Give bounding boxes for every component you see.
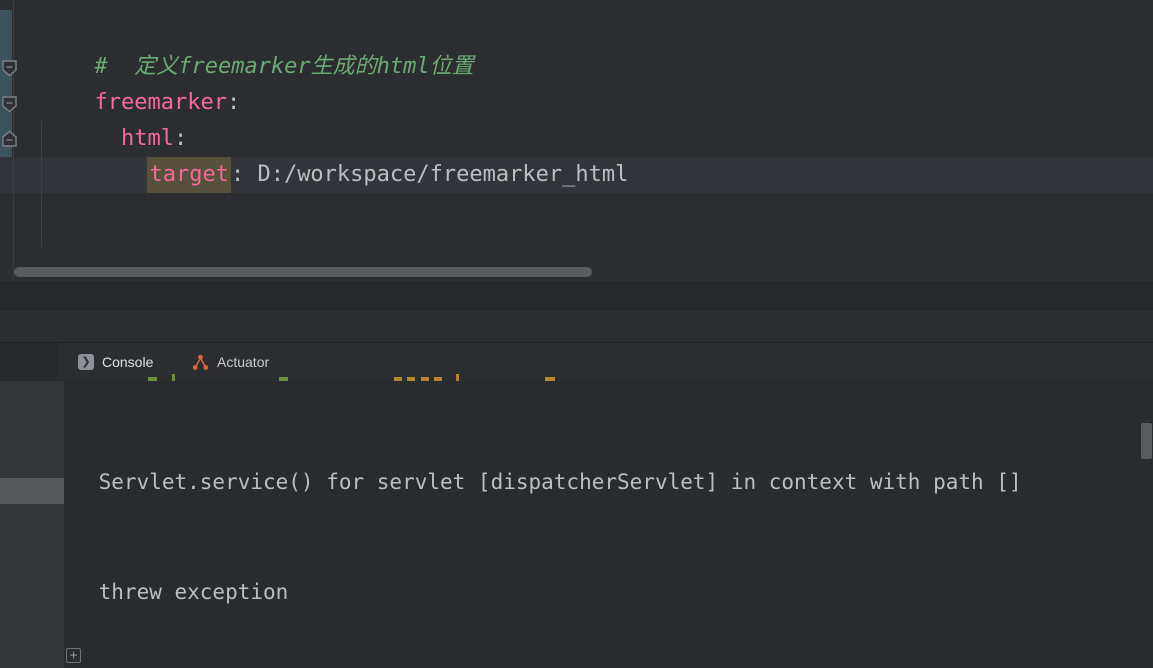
console-output[interactable]: Servlet.service() for servlet [dispatche… — [0, 381, 1153, 668]
debug-toolwindow-header: ⚙ — [0, 309, 1153, 649]
ide-window: # 定义freemarker生成的html位置 freemarker: html… — [0, 0, 1153, 668]
colon: : — [226, 90, 241, 115]
tab-actuator-label: Actuator — [217, 354, 270, 370]
colon: : — [230, 162, 258, 187]
tab-bar-left-gutter — [0, 343, 57, 381]
actuator-icon — [192, 354, 209, 370]
expand-fold-icon[interactable]: + — [66, 648, 81, 663]
code-line-comment: # 定义freemarker生成的html位置 — [15, 13, 473, 79]
fold-end-icon[interactable] — [1, 130, 18, 148]
console-icon: ❯ — [78, 354, 94, 370]
yaml-key-target-highlighted: target — [147, 157, 231, 193]
code-line-target: target: D:/workspace/freemarker_html — [15, 121, 628, 193]
tab-console-label: Console — [102, 354, 154, 370]
console-log-text: Servlet.service() for servlet [dispatche… — [86, 391, 1146, 668]
vertical-scrollbar-thumb[interactable] — [1141, 423, 1152, 459]
fold-expanded-icon[interactable] — [1, 59, 18, 77]
horizontal-scrollbar-thumb[interactable] — [14, 267, 592, 277]
console-strip-marker — [0, 478, 64, 504]
console-left-strip — [0, 381, 64, 668]
fold-expanded-icon[interactable] — [1, 95, 18, 113]
tab-console[interactable]: ❯ Console — [78, 343, 153, 381]
tab-actuator[interactable]: Actuator — [192, 343, 269, 381]
code-line-html: html: — [15, 85, 187, 151]
log-line: threw exception — [86, 579, 289, 604]
code-line-freemarker: freemarker: — [15, 49, 240, 115]
log-line: Servlet.service() for servlet [dispatche… — [86, 470, 1022, 494]
yaml-editor[interactable]: # 定义freemarker生成的html位置 freemarker: html… — [0, 0, 1153, 282]
window-splitter[interactable] — [0, 282, 1153, 309]
yaml-value-target-path: D:/workspace/freemarker_html — [257, 162, 629, 187]
